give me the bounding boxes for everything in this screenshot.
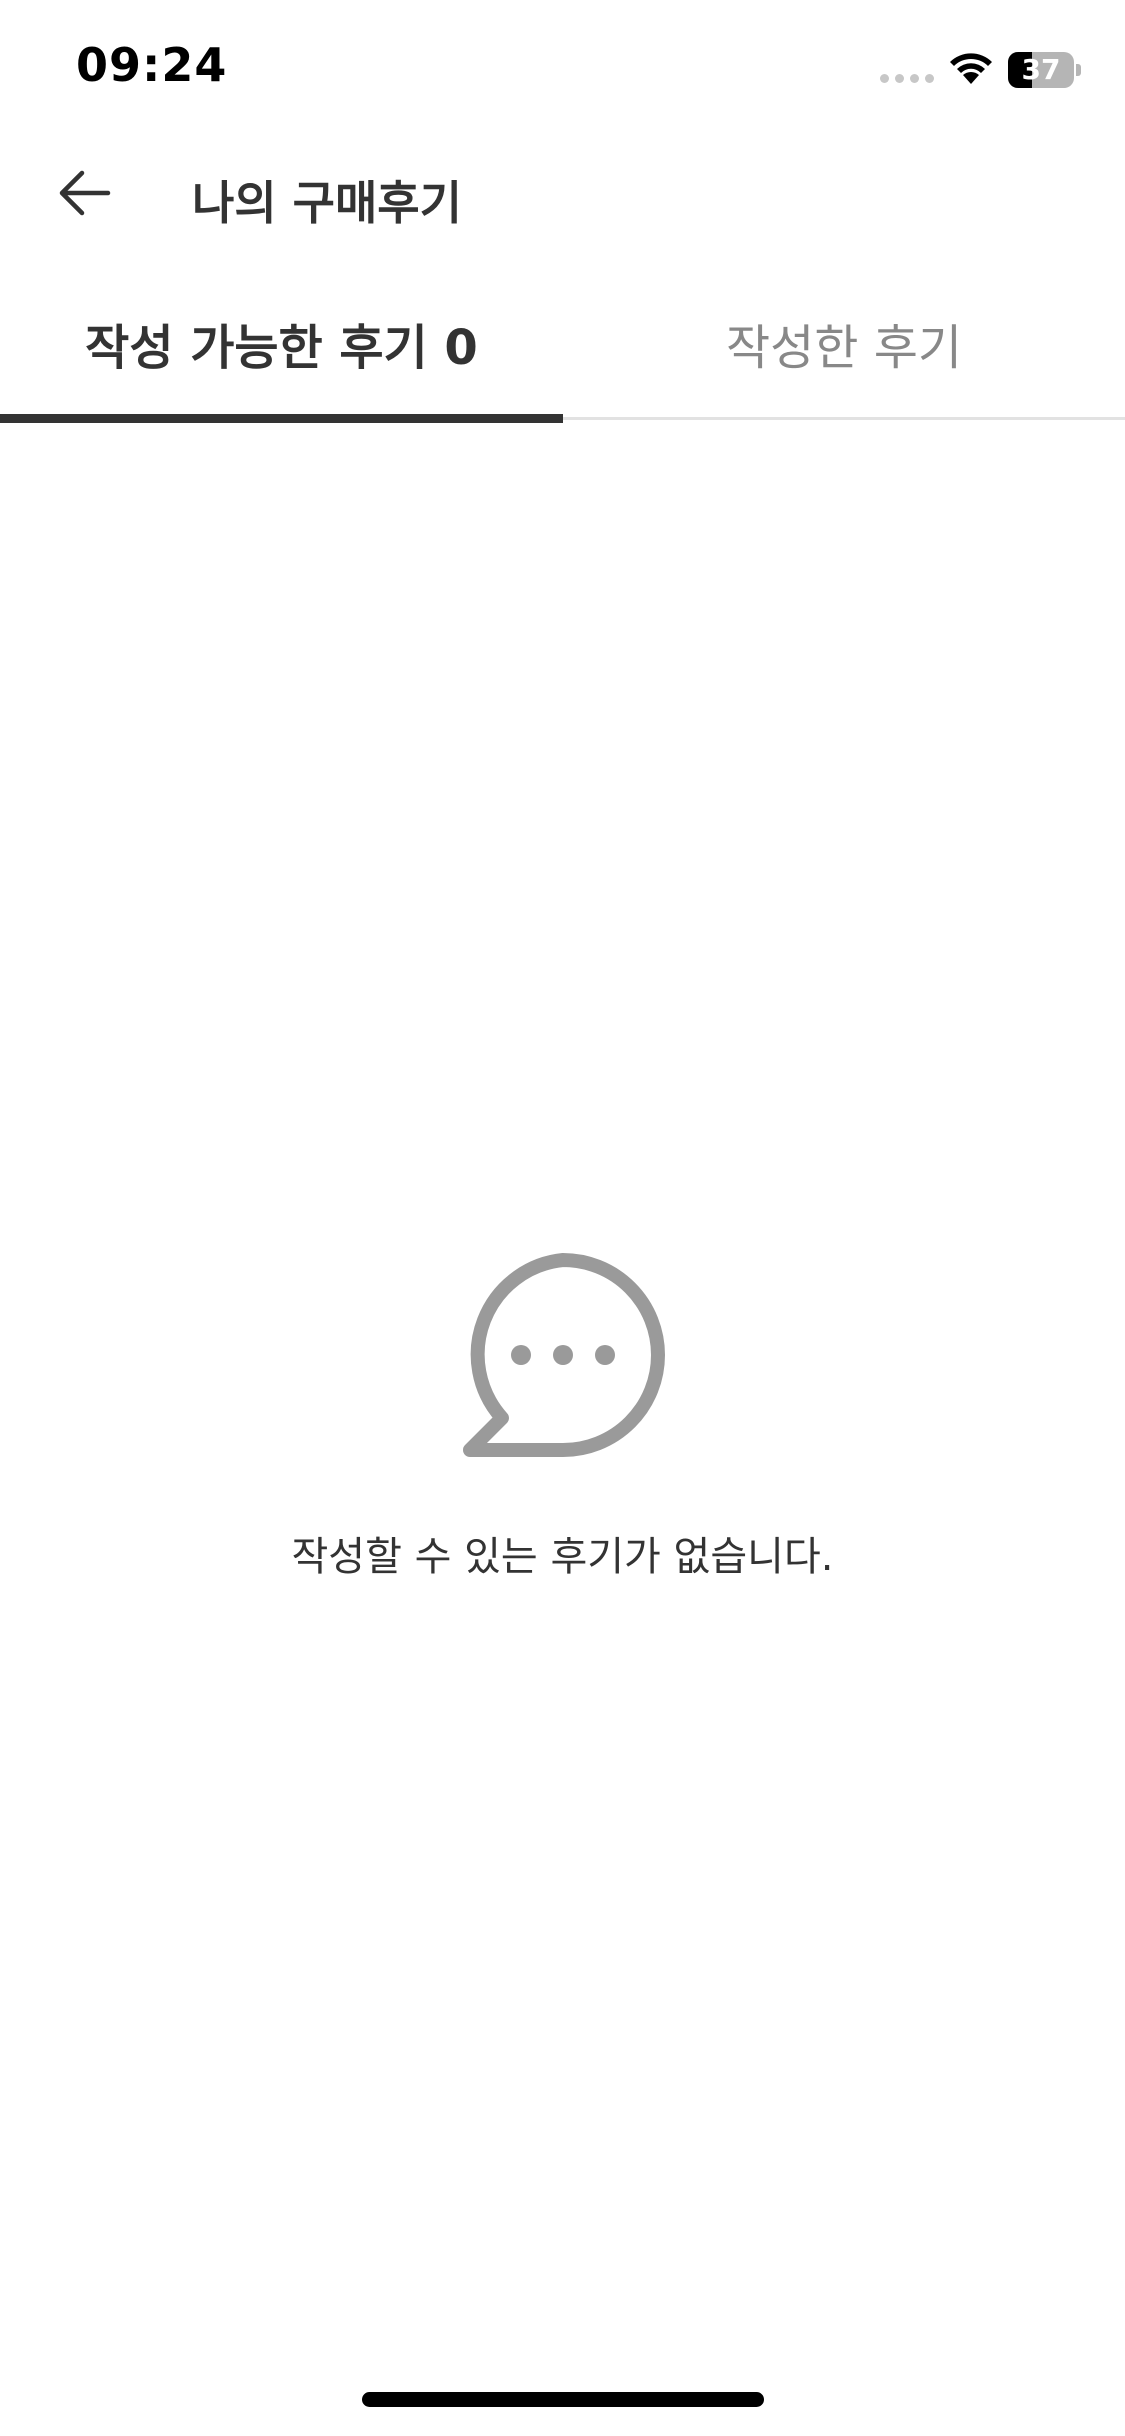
page-title: 나의 구매후기 <box>192 176 462 230</box>
arrow-left-icon <box>59 170 111 216</box>
status-bar: 09:24 37 <box>0 0 1125 135</box>
empty-state: 작성할 수 있는 후기가 없습니다. <box>0 1250 1125 1582</box>
tab-writable-reviews[interactable]: 작성 가능한 후기 0 <box>0 265 563 423</box>
tab-bar: 작성 가능한 후기 0 작성한 후기 <box>0 265 1125 423</box>
empty-message: 작성할 수 있는 후기가 없습니다. <box>291 1534 834 1580</box>
battery-level: 37 <box>1021 53 1061 86</box>
status-time: 09:24 <box>76 38 228 92</box>
signal-dots-icon <box>880 74 934 83</box>
chat-bubble-icon <box>462 1253 665 1457</box>
wifi-icon <box>950 53 992 84</box>
header: 나의 구매후기 <box>0 135 1125 260</box>
back-button[interactable] <box>48 157 120 229</box>
screen: 09:24 37 나의 구매후기 작성 가능한 후기 0 작성한 후기 작성할 … <box>0 0 1125 2436</box>
home-indicator[interactable] <box>362 2392 764 2407</box>
battery-icon: 37 <box>1008 52 1081 88</box>
tab-written-reviews[interactable]: 작성한 후기 <box>563 265 1125 420</box>
